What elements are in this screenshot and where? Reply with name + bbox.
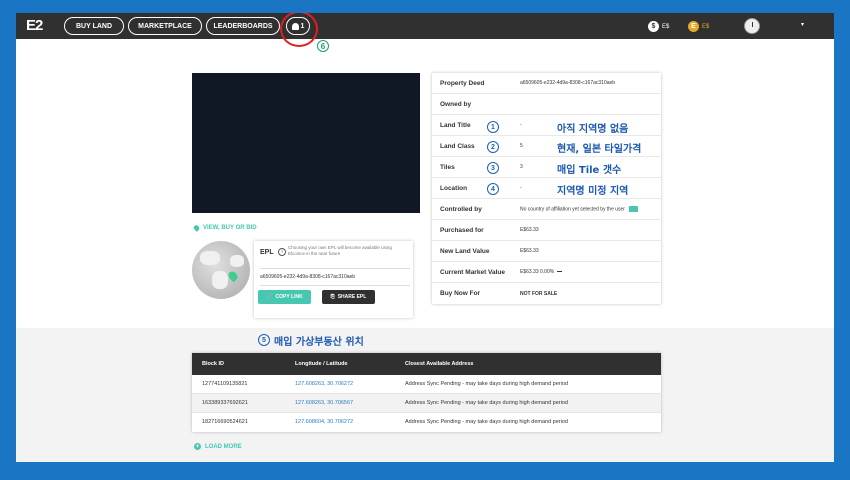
table-header: Block ID Longitude / Latitude Closest Av…: [192, 353, 661, 375]
property-row: Tiles 3: [432, 157, 661, 178]
continent-shape: [200, 251, 220, 265]
annotation-5-badge: 5: [258, 334, 270, 346]
property-row: Property Deed a6509605-e232-4d9a-8308-c1…: [432, 73, 661, 94]
load-more-button[interactable]: + LOAD MORE: [194, 443, 242, 450]
col-block-id: Block ID: [202, 361, 225, 367]
gold-coin-icon: E: [688, 21, 699, 32]
table-row: 127741109135821 127.608263, 30.706272 Ad…: [192, 375, 661, 394]
row-value: E$63.33: [520, 248, 539, 254]
annotation-4-badge: 4: [487, 183, 499, 195]
dollar-coin-icon: $: [648, 21, 659, 32]
globe-map: [192, 241, 250, 299]
row-label: Purchased for: [440, 226, 484, 234]
row-label: Current Market Value: [440, 268, 506, 276]
share-epl-label: SHARE EPL: [337, 294, 367, 300]
link-icon: 🔗: [266, 294, 273, 300]
property-row: Owned by: [432, 94, 661, 115]
map-pin-icon: [192, 224, 201, 232]
continent-shape: [230, 255, 244, 267]
app-frame: E2 BUY LAND MARKETPLACE LEADERBOARDS 1 $…: [16, 13, 834, 462]
annotation-3-badge: 3: [487, 162, 499, 174]
row-label: Location: [440, 184, 468, 192]
row-value: E$63.33 0.00%: [520, 269, 563, 275]
row-value: No country of affiliation yet selected b…: [520, 205, 638, 213]
annotation-2-badge: 2: [487, 141, 499, 153]
row-label: Owned by: [440, 100, 472, 108]
property-row: Buy Now For NOT FOR SALE: [432, 283, 661, 304]
land-video-preview[interactable]: [192, 73, 420, 213]
annotation-2-text: 현재, 일본 타일가격: [557, 144, 642, 155]
row-label: Controlled by: [440, 205, 482, 213]
copy-link-label: COPY LINK: [275, 294, 303, 300]
epl-note: Choosing your own EPL will become availa…: [288, 245, 392, 257]
annotation-3-text: 매입 Tile 갯수: [557, 165, 622, 176]
trend-flat-icon: [557, 270, 563, 273]
address: Address Sync Pending - may take days dur…: [405, 381, 568, 387]
annotation-5-text: 매입 가상부동산 위치: [274, 337, 364, 348]
balance-gold[interactable]: E E$: [688, 21, 709, 32]
share-epl-button[interactable]: ⎘ SHARE EPL: [322, 290, 375, 304]
table-row: 163389337692621 127.608263, 30.706567 Ad…: [192, 394, 661, 413]
epl-id: a6509605-e232-4d9a-8308-c167ac310aeb: [260, 268, 410, 286]
load-more-label: LOAD MORE: [205, 443, 242, 450]
epl-card: EPL i Choosing your own EPL will become …: [254, 241, 413, 318]
row-label: Buy Now For: [440, 290, 481, 297]
marketplace-button[interactable]: MARKETPLACE: [128, 17, 202, 35]
row-value: -: [520, 185, 522, 191]
balance-gold-label: E$: [702, 23, 710, 30]
row-label: Land Class: [440, 142, 475, 150]
property-row: Current Market Value E$63.33 0.00%: [432, 262, 661, 283]
continent-shape: [212, 271, 228, 289]
annotation-1-text: 아직 지역명 없음: [557, 124, 629, 135]
annotation-4-text: 지역명 미정 지역: [557, 186, 629, 197]
e2-logo[interactable]: E2: [26, 17, 43, 34]
controlled-by-text: No country of affiliation yet selected b…: [520, 206, 625, 213]
view-buy-bid-label: VIEW, BUY OR BID: [203, 225, 257, 231]
balance-essence-label: E$: [662, 23, 670, 30]
block-id: 127741109135821: [202, 381, 248, 387]
row-label: Property Deed: [440, 79, 485, 87]
table-row: 182716690524621 127.608604, 30.706272 Ad…: [192, 413, 661, 432]
leaderboards-button[interactable]: LEADERBOARDS: [206, 17, 280, 35]
block-id: 182716690524621: [202, 419, 248, 425]
col-coords: Longitude / Latitude: [295, 361, 348, 367]
copy-link-button[interactable]: 🔗 COPY LINK: [258, 290, 311, 304]
row-value: -: [520, 122, 522, 128]
buy-land-button[interactable]: BUY LAND: [64, 17, 124, 35]
row-value: a6509605-e232-4d9a-8308-c167ac310aeb: [520, 80, 616, 86]
market-value-text: E$63.33 0.00%: [520, 269, 555, 275]
info-icon[interactable]: i: [278, 248, 286, 256]
chevron-down-icon[interactable]: ▾: [801, 21, 804, 28]
coords-link[interactable]: 127.608263, 30.706567: [295, 400, 353, 406]
row-value: 3: [520, 164, 523, 170]
address: Address Sync Pending - may take days dur…: [405, 419, 568, 425]
row-label: Tiles: [440, 163, 455, 171]
block-id: 163389337692621: [202, 400, 248, 406]
top-nav: E2 BUY LAND MARKETPLACE LEADERBOARDS 1 $…: [16, 13, 834, 39]
property-row: New Land Value E$63.33: [432, 241, 661, 262]
view-buy-bid-link[interactable]: VIEW, BUY OR BID: [192, 224, 257, 232]
row-value: 5: [520, 143, 523, 149]
coords-link[interactable]: 127.608604, 30.706272: [295, 419, 353, 425]
epl-label: EPL: [260, 249, 274, 256]
annotation-6-badge: 6: [317, 40, 329, 52]
coords-link[interactable]: 127.608263, 30.706272: [295, 381, 353, 387]
col-address: Closest Available Address: [405, 361, 474, 367]
plus-icon: +: [194, 443, 201, 450]
blocks-table: Block ID Longitude / Latitude Closest Av…: [192, 353, 661, 432]
highlight-circle: [280, 13, 318, 47]
flag-tag-icon: [628, 205, 638, 212]
annotation-1-badge: 1: [487, 121, 499, 133]
row-label: New Land Value: [440, 247, 490, 255]
user-avatar[interactable]: [744, 18, 760, 34]
property-row: Controlled by No country of affiliation …: [432, 199, 661, 220]
property-row: Purchased for E$63.33: [432, 220, 661, 241]
row-label: Land Title: [440, 121, 471, 129]
share-icon: ⎘: [330, 294, 335, 300]
row-value: E$63.33: [520, 227, 539, 233]
balance-essence[interactable]: $ E$: [648, 21, 669, 32]
row-value: NOT FOR SALE: [520, 290, 558, 297]
address: Address Sync Pending - may take days dur…: [405, 400, 568, 406]
